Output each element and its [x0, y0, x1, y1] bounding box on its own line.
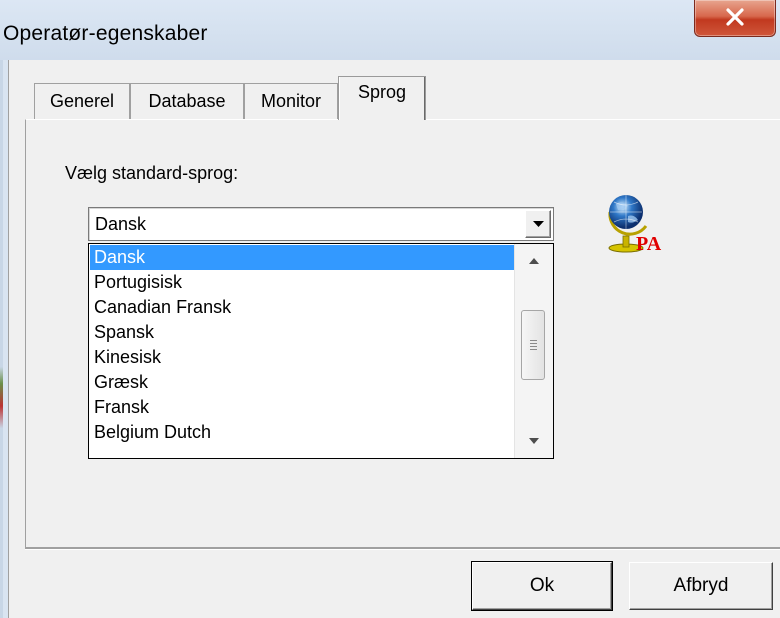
cancel-button-label: Afbryd: [673, 575, 729, 596]
scroll-up-button[interactable]: [515, 250, 553, 274]
tab-database[interactable]: Database: [130, 83, 244, 119]
chevron-down-icon: [533, 221, 544, 227]
scroll-down-button[interactable]: [515, 430, 553, 454]
tab-generel[interactable]: Generel: [34, 83, 130, 119]
tab-sprog[interactable]: Sprog: [338, 76, 426, 120]
window-title: Operatør-egenskaber: [3, 22, 208, 45]
tab-label: Monitor: [260, 91, 322, 111]
list-item[interactable]: Canadian Fransk: [90, 295, 514, 320]
combobox-value: Dansk: [95, 214, 147, 234]
scroll-down-icon: [529, 438, 539, 444]
close-button[interactable]: [694, 0, 776, 37]
list-item[interactable]: Kinesisk: [90, 345, 514, 370]
svg-text:PA: PA: [636, 233, 662, 255]
language-label: Vælg standard-sprog:: [65, 163, 239, 183]
window-edge: [0, 60, 3, 618]
ok-button[interactable]: Ok: [471, 561, 613, 611]
tab-monitor[interactable]: Monitor: [244, 83, 338, 119]
list-item[interactable]: Portugisisk: [90, 270, 514, 295]
list-item[interactable]: Belgium Dutch: [90, 420, 514, 445]
language-combobox[interactable]: Dansk: [88, 207, 554, 241]
scroll-up-icon: [529, 258, 539, 264]
title-bar: Operatør-egenskaber: [0, 0, 780, 60]
list-item[interactable]: Spansk: [90, 320, 514, 345]
scrollbar[interactable]: [514, 244, 553, 458]
separator-highlight: [25, 549, 780, 550]
close-icon: [726, 8, 744, 26]
tab-label: Sprog: [357, 82, 407, 102]
tab-label: Generel: [49, 91, 115, 111]
cancel-button[interactable]: Afbryd: [629, 562, 773, 610]
list-item[interactable]: Fransk: [90, 395, 514, 420]
option-list: Dansk Portugisisk Canadian Fransk Spansk…: [90, 245, 514, 445]
ok-button-label: Ok: [529, 575, 555, 596]
scrollbar-thumb[interactable]: [521, 310, 545, 380]
dropdown-button[interactable]: [525, 210, 551, 238]
tab-label: Database: [148, 91, 226, 111]
language-dropdown-list[interactable]: Dansk Portugisisk Canadian Fransk Spansk…: [88, 243, 554, 459]
globe-icon: PA: [608, 195, 662, 255]
list-item[interactable]: Dansk: [90, 245, 514, 270]
list-item[interactable]: Græsk: [90, 370, 514, 395]
